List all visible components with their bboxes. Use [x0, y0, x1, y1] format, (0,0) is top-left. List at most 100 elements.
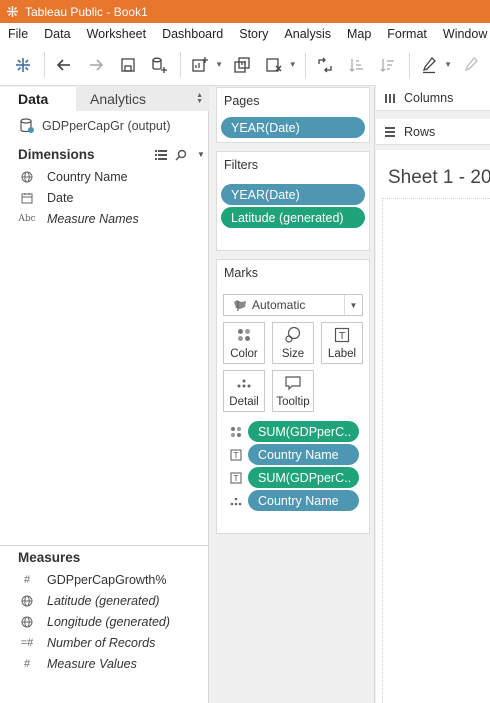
redo-icon[interactable] — [83, 52, 109, 78]
field-label: Measure Values — [47, 657, 137, 671]
columns-icon — [384, 92, 398, 104]
sheet-canvas[interactable] — [382, 198, 490, 703]
detail-dots-icon — [234, 373, 254, 393]
datasource-name: GDPperCapGr (output) — [42, 119, 171, 133]
hash-icon: # — [23, 658, 31, 670]
svg-text:T: T — [233, 451, 239, 460]
field-country-name[interactable]: Country Name — [18, 170, 128, 184]
chevron-down-icon[interactable]: ▼ — [215, 60, 223, 69]
view-list-icon[interactable] — [154, 148, 168, 162]
globe-icon — [18, 595, 36, 607]
toolbar-separator — [180, 51, 182, 78]
toolbar-separator — [409, 51, 411, 78]
menu-dashboard[interactable]: Dashboard — [154, 27, 231, 41]
tab-analytics-label: Analytics — [90, 91, 147, 107]
menu-window[interactable]: Window — [435, 27, 490, 41]
datasource-item[interactable]: GDPperCapGr (output) — [18, 117, 171, 135]
chevron-down-icon[interactable]: ▼ — [289, 60, 297, 69]
field-label: Latitude (generated) — [47, 594, 160, 608]
pages-card: Pages YEAR(Date) — [216, 87, 370, 143]
detail-button[interactable]: Detail — [223, 370, 265, 412]
columns-shelf[interactable]: Columns — [376, 85, 490, 111]
undo-icon[interactable] — [51, 52, 77, 78]
clear-sheet-icon[interactable] — [261, 52, 287, 78]
hash-icon: =# — [20, 637, 34, 649]
field-longitude[interactable]: Longitude (generated) — [18, 615, 170, 629]
field-measure-values[interactable]: # Measure Values — [18, 657, 137, 671]
label-button[interactable]: T Label — [321, 322, 363, 364]
new-worksheet-icon[interactable] — [187, 52, 213, 78]
field-measure-names[interactable]: Abc Measure Names — [18, 212, 139, 226]
color-button[interactable]: Color — [223, 322, 265, 364]
save-icon[interactable] — [115, 52, 141, 78]
tooltip-label: Tooltip — [276, 396, 310, 408]
menu-data[interactable]: Data — [36, 27, 78, 41]
menu-format[interactable]: Format — [379, 27, 435, 41]
tooltip-button[interactable]: Tooltip — [272, 370, 314, 412]
field-latitude[interactable]: Latitude (generated) — [18, 594, 160, 608]
marks-pill-color-sum-gdp[interactable]: SUM(GDPperC.. — [248, 421, 359, 442]
pages-pill-year-date[interactable]: YEAR(Date) — [221, 117, 365, 138]
menu-analysis[interactable]: Analysis — [276, 27, 339, 41]
size-button[interactable]: Size — [272, 322, 314, 364]
toolbar: ▼ ▼ ▼ — [0, 44, 490, 86]
tab-analytics[interactable]: Analytics ▲ ▼ — [76, 87, 209, 111]
marks-pill-label-sum-gdp[interactable]: SUM(GDPperC.. — [248, 467, 359, 488]
chevron-down-icon[interactable]: ▼ — [444, 60, 452, 69]
tooltip-bubble-icon — [283, 373, 303, 393]
columns-label: Columns — [404, 90, 454, 105]
menu-story[interactable]: Story — [231, 27, 276, 41]
marks-card: Marks Automatic ▼ Color Size T Label Det… — [216, 259, 370, 534]
annotate-icon[interactable] — [458, 52, 484, 78]
sort-descending-icon[interactable] — [375, 52, 401, 78]
mark-type-value: Automatic — [252, 298, 306, 312]
pages-title: Pages — [224, 94, 260, 108]
field-label: Date — [47, 191, 74, 205]
field-number-of-records[interactable]: =# Number of Records — [18, 636, 156, 650]
globe-icon — [18, 616, 36, 628]
swap-rows-columns-icon[interactable] — [312, 52, 338, 78]
sheet-view: Sheet 1 - 20 — [376, 150, 490, 703]
rows-shelf[interactable]: Rows — [376, 119, 490, 145]
measures-divider — [0, 545, 209, 546]
toolbar-separator — [43, 51, 45, 78]
calendar-icon — [18, 192, 36, 204]
size-label: Size — [281, 348, 305, 360]
sheet-title[interactable]: Sheet 1 - 20 — [388, 167, 490, 189]
dimensions-header: Dimensions ▼ — [18, 147, 208, 162]
field-label: Measure Names — [47, 212, 139, 226]
menu-worksheet[interactable]: Worksheet — [79, 27, 155, 41]
duplicate-sheet-icon[interactable] — [229, 52, 255, 78]
label-label: Label — [327, 348, 357, 360]
filter-pill-year-date[interactable]: YEAR(Date) — [221, 184, 365, 205]
sort-ascending-icon[interactable] — [344, 52, 370, 78]
marks-pill-label-country-name[interactable]: Country Name — [248, 444, 359, 465]
mark-type-dropdown[interactable]: Automatic ▼ — [223, 294, 363, 316]
size-circles-icon — [283, 325, 303, 345]
abc-icon: Abc — [18, 214, 36, 224]
field-label: Longitude (generated) — [47, 615, 171, 629]
datasource-icon — [18, 117, 36, 135]
field-gdppercapgrowth[interactable]: # GDPperCapGrowth% — [18, 573, 167, 587]
chevron-down-icon: ▼ — [344, 295, 362, 315]
hash-icon: # — [23, 574, 31, 586]
search-icon[interactable] — [174, 148, 188, 162]
chevron-down-icon[interactable]: ▼ — [194, 148, 208, 162]
globe-icon — [18, 171, 36, 183]
filters-card: Filters YEAR(Date) Latitude (generated) — [216, 151, 370, 251]
highlight-pen-icon[interactable] — [416, 52, 442, 78]
minimize-arrows-icon[interactable]: ▲ ▼ — [196, 92, 203, 105]
automatic-mark-icon — [232, 299, 248, 311]
menu-file[interactable]: File — [0, 27, 36, 41]
menu-map[interactable]: Map — [339, 27, 379, 41]
field-date[interactable]: Date — [18, 191, 73, 205]
color-label: Color — [230, 348, 258, 360]
filter-pill-latitude[interactable]: Latitude (generated) — [221, 207, 365, 228]
title-bar: Tableau Public - Book1 — [0, 0, 490, 23]
tableau-home-icon[interactable] — [10, 52, 36, 78]
marks-pill-detail-country-name[interactable]: Country Name — [248, 490, 359, 511]
new-datasource-icon[interactable] — [146, 52, 172, 78]
tab-data[interactable]: Data — [0, 87, 76, 111]
cards-column: Pages YEAR(Date) Filters YEAR(Date) Lati… — [210, 87, 375, 703]
menu-bar: File Data Worksheet Dashboard Story Anal… — [0, 23, 490, 44]
